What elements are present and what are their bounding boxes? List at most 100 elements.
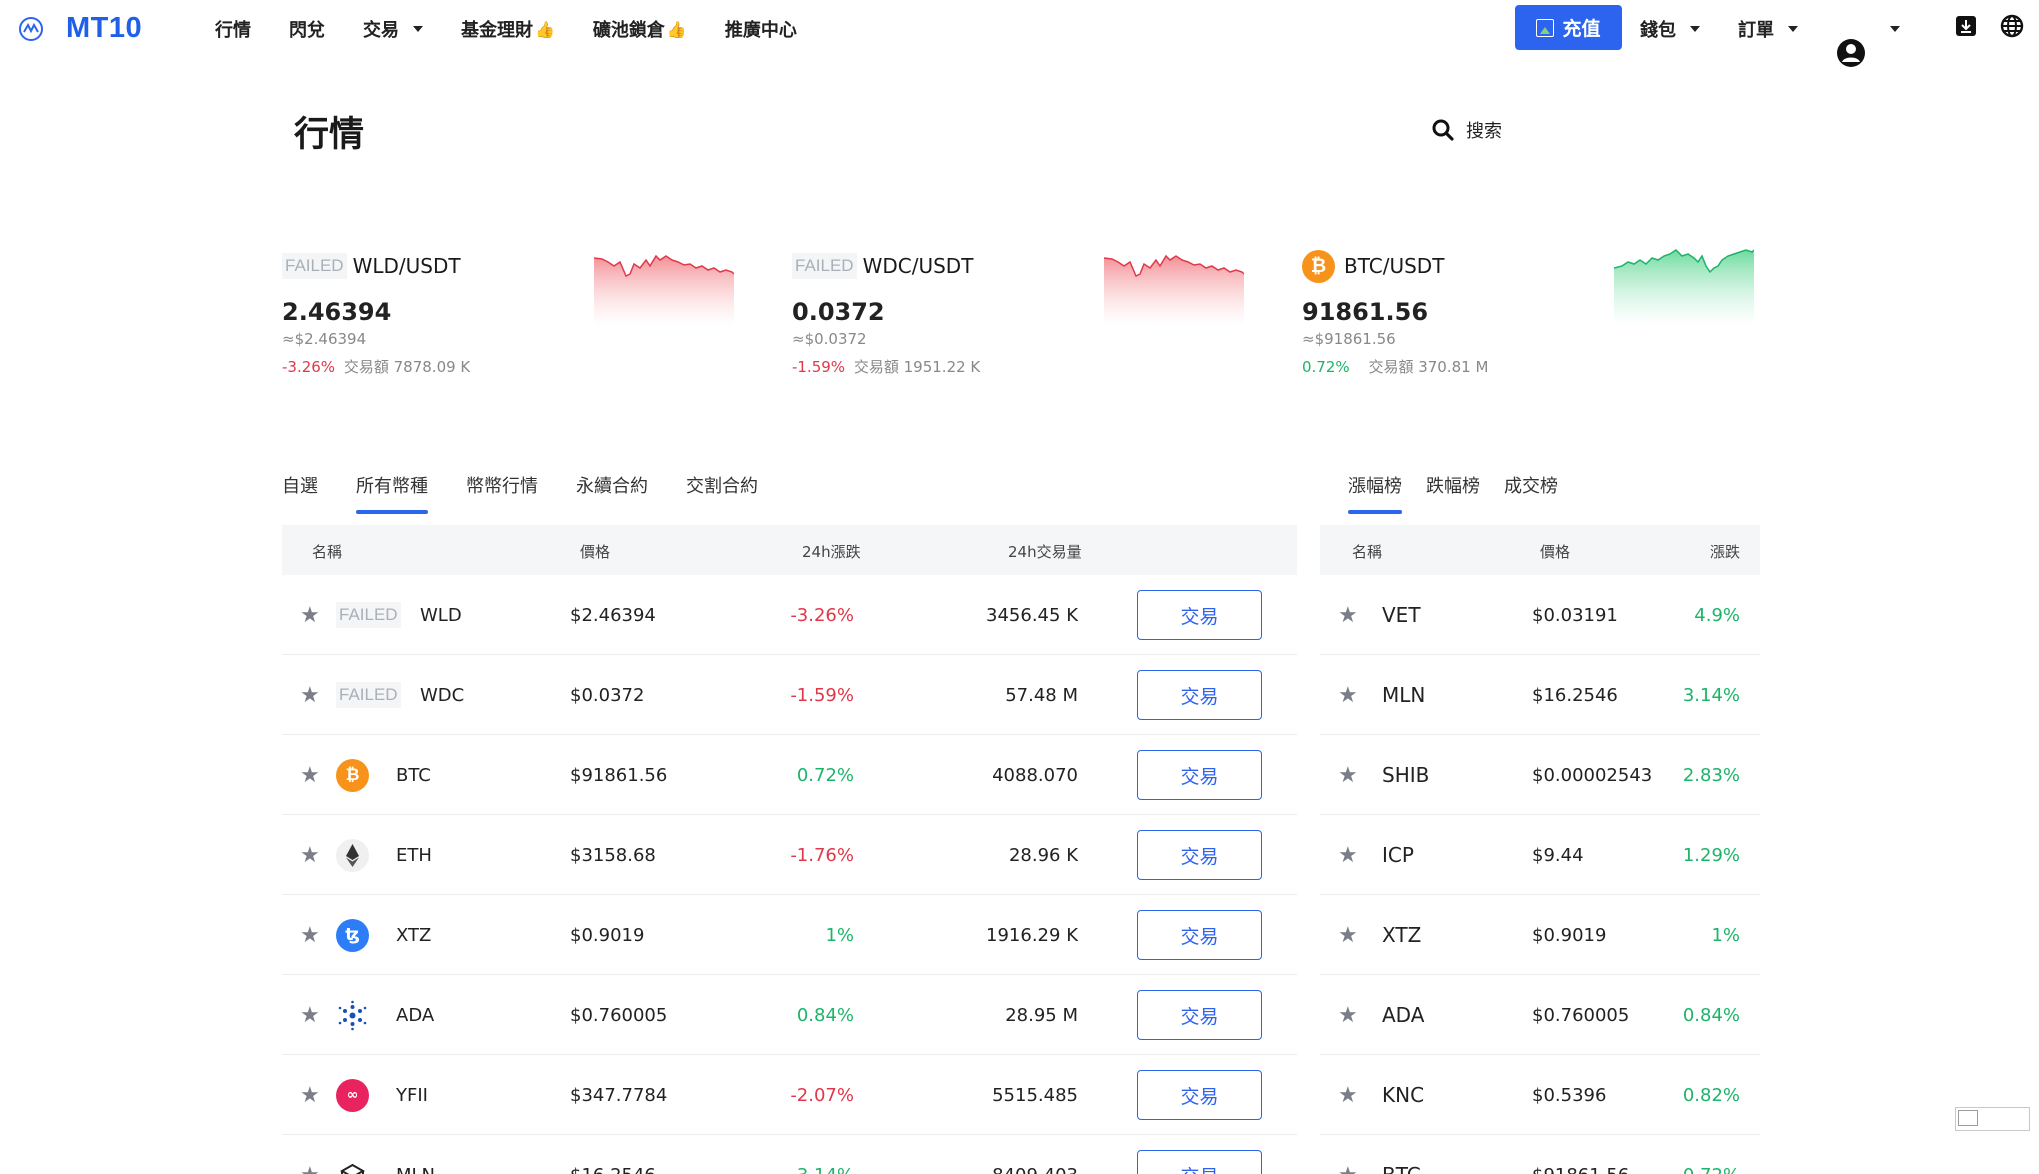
coin-logo: FAILED	[792, 253, 857, 279]
table-row[interactable]: ★ MLN $16.2546 3.14% 8409.403 交易	[282, 1135, 1297, 1174]
ticker-change: -3.26%	[282, 358, 336, 376]
star-icon[interactable]: ★	[300, 575, 320, 655]
tab-perpetual[interactable]: 永續合約	[576, 472, 648, 498]
orders-menu[interactable]: 訂單	[1738, 16, 1798, 42]
trade-button[interactable]: 交易	[1137, 670, 1262, 720]
ticker-volume: 交易額 7878.09 K	[343, 358, 471, 376]
tab-delivery[interactable]: 交割合約	[686, 472, 758, 498]
star-icon[interactable]: ★	[300, 1135, 320, 1174]
coin-change: 0.72%	[796, 764, 854, 786]
table-row[interactable]: ★ MLN $16.2546 3.14%	[1320, 655, 1760, 735]
tab-spot[interactable]: 幣幣行情	[466, 472, 538, 498]
table-row[interactable]: ★ XTZ $0.9019 1%	[1320, 895, 1760, 975]
trade-button[interactable]: 交易	[1137, 830, 1262, 880]
image-icon	[1536, 18, 1555, 37]
star-icon[interactable]: ★	[1338, 735, 1358, 815]
ticker-change-line: -1.59% 交易額 1951.22 K	[792, 356, 1252, 377]
bitcoin-icon: ₿	[1302, 249, 1335, 283]
coin-volume: 4088.070	[992, 764, 1078, 786]
tezos-icon: ꜩ	[336, 918, 369, 952]
trade-button[interactable]: 交易	[1137, 1070, 1262, 1120]
table-row[interactable]: ★ SHIB $0.00002543 2.83%	[1320, 735, 1760, 815]
table-row[interactable]: ★ ICP $9.44 1.29%	[1320, 815, 1760, 895]
tab-volume[interactable]: 成交榜	[1504, 472, 1558, 498]
ticker-card-wdc[interactable]: FAILED WDC/USDT 0.0372 ≈$0.0372 -1.59% 交…	[792, 246, 1252, 386]
ticker-sparkline	[1614, 249, 1754, 326]
ticker-card-wld[interactable]: FAILED WLD/USDT 2.46394 ≈$2.46394 -3.26%…	[282, 246, 742, 386]
coin-symbol: BTC	[1382, 1135, 1421, 1174]
nav-market[interactable]: 行情	[215, 16, 251, 42]
star-icon[interactable]: ★	[1338, 655, 1358, 735]
coin-change: 0.84%	[1682, 1004, 1740, 1026]
star-icon[interactable]: ★	[1338, 815, 1358, 895]
user-avatar-icon[interactable]	[1836, 38, 1866, 68]
table-row[interactable]: ★ KNC $0.5396 0.82%	[1320, 1055, 1760, 1135]
star-icon[interactable]: ★	[1338, 1055, 1358, 1135]
table-row[interactable]: ★ BTC $91861.56 0.72%	[1320, 1135, 1760, 1174]
table-row[interactable]: ★ VET $0.03191 4.9%	[1320, 575, 1760, 655]
coin-change: 3.14%	[1682, 684, 1740, 706]
thumbs-up-icon: 👍	[666, 19, 687, 39]
ticker-pair: WLD/USDT	[352, 254, 461, 278]
nav-trade[interactable]: 交易	[363, 16, 423, 42]
coin-price: $0.9019	[1532, 924, 1607, 946]
chevron-down-icon[interactable]	[1890, 26, 1900, 32]
star-icon[interactable]: ★	[300, 655, 320, 735]
coin-change: 4.9%	[1694, 604, 1740, 626]
coin-symbol: SHIB	[1382, 763, 1430, 787]
table-row[interactable]: ★ ADA $0.760005 0.84% 28.95 M 交易	[282, 975, 1297, 1055]
star-icon[interactable]: ★	[1338, 1135, 1358, 1174]
star-icon[interactable]: ★	[300, 1055, 320, 1135]
coin-price: $0.00002543	[1532, 764, 1653, 786]
table-row[interactable]: ★ FAILED WDC $0.0372 -1.59% 57.48 M 交易	[282, 655, 1297, 735]
tab-favorites[interactable]: 自選	[282, 472, 318, 498]
tab-gainers[interactable]: 漲幅榜	[1348, 472, 1402, 514]
coin-price: $347.7784	[570, 1084, 668, 1106]
coin-change: -1.59%	[790, 684, 854, 706]
table-row[interactable]: ★ ETH $3158.68 -1.76% 28.96 K 交易	[282, 815, 1297, 895]
ticker-card-btc[interactable]: ₿ BTC/USDT 91861.56 ≈$91861.56 0.72% 交易額…	[1302, 246, 1762, 386]
nav-referral[interactable]: 推廣中心	[725, 16, 797, 42]
nav-swap[interactable]: 閃兌	[289, 16, 325, 42]
star-icon[interactable]: ★	[300, 895, 320, 975]
nav-fund[interactable]: 基金理財 👍	[461, 16, 555, 42]
star-icon[interactable]: ★	[1338, 895, 1358, 975]
table-row[interactable]: ★ ∞ YFII $347.7784 -2.07% 5515.485 交易	[282, 1055, 1297, 1135]
deposit-button[interactable]: 充值	[1515, 5, 1622, 50]
search-button[interactable]: 搜索	[1432, 117, 1502, 143]
ticker-usd-price: ≈$2.46394	[282, 330, 367, 348]
coin-change: 0.72%	[1683, 1135, 1740, 1174]
trade-button[interactable]: 交易	[1137, 750, 1262, 800]
tab-losers[interactable]: 跌幅榜	[1426, 472, 1480, 498]
nav-mining[interactable]: 礦池鎖倉 👍	[593, 16, 687, 42]
trade-button[interactable]: 交易	[1137, 990, 1262, 1040]
trade-button[interactable]: 交易	[1137, 590, 1262, 640]
table-row[interactable]: ★ FAILED WLD $2.46394 -3.26% 3456.45 K 交…	[282, 575, 1297, 655]
melon-icon	[339, 1163, 366, 1174]
orders-label: 訂單	[1738, 20, 1774, 41]
star-icon[interactable]: ★	[1338, 575, 1358, 655]
download-icon[interactable]	[1955, 15, 1977, 37]
coin-price: $91861.56	[570, 764, 668, 786]
table-row[interactable]: ★ ADA $0.760005 0.84%	[1320, 975, 1760, 1055]
star-icon[interactable]: ★	[1338, 975, 1358, 1055]
star-icon[interactable]: ★	[300, 975, 320, 1055]
tab-all-coins[interactable]: 所有幣種	[356, 472, 428, 514]
coin-logo: FAILED	[336, 682, 401, 708]
coin-change: 1%	[1711, 924, 1740, 946]
chevron-down-icon	[413, 26, 423, 32]
star-icon[interactable]: ★	[300, 815, 320, 895]
ethereum-icon	[336, 838, 369, 872]
table-row[interactable]: ★ ꜩ XTZ $0.9019 1% 1916.29 K 交易	[282, 895, 1297, 975]
table-row[interactable]: ★ ₿ BTC $91861.56 0.72% 4088.070 交易	[282, 735, 1297, 815]
star-icon[interactable]: ★	[300, 735, 320, 815]
trade-button[interactable]: 交易	[1137, 1150, 1262, 1174]
logo[interactable]: MT10	[18, 12, 142, 45]
wallet-menu[interactable]: 錢包	[1640, 16, 1700, 42]
logo-text: MT10	[66, 12, 143, 44]
coin-change: 0.82%	[1682, 1084, 1740, 1106]
thumbs-up-icon: 👍	[535, 19, 555, 39]
trade-button[interactable]: 交易	[1137, 910, 1262, 960]
ranking-table-header: 名稱 價格 漲跌	[1320, 525, 1760, 575]
globe-icon[interactable]	[2000, 14, 2024, 38]
